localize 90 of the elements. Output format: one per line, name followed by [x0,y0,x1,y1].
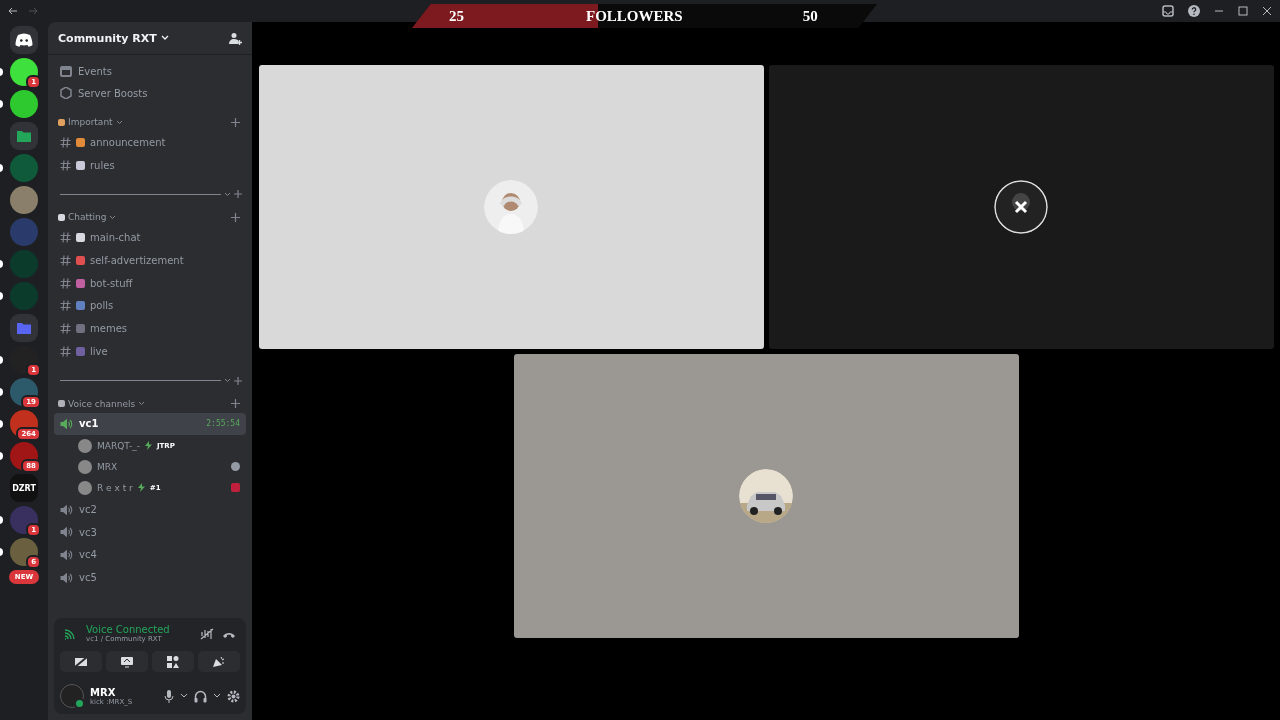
calendar-icon [60,65,72,77]
member-name[interactable]: MARQT-_- [97,440,140,451]
category-name[interactable]: Chatting [68,212,107,223]
user-avatar[interactable] [60,684,84,708]
channel-name[interactable]: vc3 [79,526,97,538]
channel-name[interactable]: vc2 [79,504,97,516]
member-name[interactable]: R e x t r [97,482,133,493]
followers-goal: 50 [802,7,818,25]
speaker-icon [60,503,74,516]
shapes-icon [167,655,179,668]
hash-icon [60,345,71,357]
caret-icon[interactable] [180,693,188,699]
back-icon[interactable] [8,7,18,15]
party-icon [212,655,226,668]
server-icon[interactable] [10,538,38,566]
server-icon[interactable] [10,90,38,118]
menu-item[interactable]: Server Boosts [78,87,148,99]
camera-button[interactable] [60,651,102,672]
help-icon[interactable] [1188,5,1200,17]
soundboard-button[interactable] [198,651,240,672]
selected-channel-row[interactable]: vc1 2:55:54 [54,412,246,436]
avatar [78,438,92,453]
signal-icon [64,627,78,640]
add-channel-icon[interactable] [234,190,242,199]
maximize-icon[interactable] [1238,6,1248,16]
category-name[interactable]: Important [68,117,113,127]
channel-name[interactable]: bot-stuff [90,277,133,289]
category-name[interactable]: Voice channels [68,398,136,409]
speaker-icon [60,548,74,561]
menu-item[interactable]: Events [78,65,112,77]
home-button[interactable] [10,26,38,54]
headphones-icon[interactable] [194,689,207,703]
settings-icon[interactable] [227,689,240,703]
add-channel-icon[interactable] [231,399,240,408]
channel-name[interactable]: memes [90,322,127,334]
avatar [78,459,92,474]
add-channel-icon[interactable] [231,212,240,222]
video-tile[interactable] [768,64,1274,349]
invite-icon[interactable] [229,31,242,45]
add-channel-icon[interactable] [231,117,240,127]
server-name[interactable]: Community RXT [58,31,157,45]
speaker-icon [60,417,74,430]
lightning-icon [137,483,145,493]
username: MRX [90,686,117,698]
speaker-icon [60,571,74,584]
camera-off-icon [74,655,88,668]
avatar [78,480,92,495]
noise-suppression-icon[interactable] [200,627,214,640]
speaker-icon [60,526,74,539]
channel-name[interactable]: vc5 [79,572,97,584]
caret-icon[interactable] [213,693,221,699]
hash-icon [60,159,71,171]
online-status-icon [74,698,85,709]
voice-status: Voice Connected [86,624,171,635]
channel-name[interactable]: announcement [90,136,166,148]
video-tile[interactable] [258,64,764,349]
video-tile[interactable] [513,353,1019,638]
channel-name[interactable]: main-chat [90,232,141,244]
muted-avatar-icon [994,179,1048,234]
channel-name[interactable]: vc1 [79,418,99,430]
channel-name[interactable]: vc4 [79,549,97,561]
close-icon[interactable] [1262,6,1272,16]
channel-name[interactable]: polls [90,300,114,312]
screen-share-button[interactable] [106,651,148,672]
followers-start: 25 [449,7,464,25]
monitor-icon [120,655,134,668]
hash-icon [60,300,71,312]
inbox-icon[interactable] [1162,5,1174,17]
activity-icon [231,462,240,472]
microphone-icon[interactable] [164,689,174,703]
call-timer: 2:55:54 [206,419,240,429]
channel-name[interactable]: live [90,345,108,357]
hash-icon [60,277,71,289]
followers-label: FOLLOWERS [586,7,683,25]
controller-icon [15,33,33,47]
hash-icon [60,232,71,244]
member-name[interactable]: MRX [97,461,118,472]
activities-button[interactable] [152,651,194,672]
server-folder[interactable] [10,122,38,150]
server-icon[interactable]: DZRT [10,474,38,502]
channel-name[interactable]: self-advertizement [90,254,184,266]
hash-icon [60,254,71,266]
gem-icon [60,87,72,99]
lightning-icon [144,441,152,451]
channel-name[interactable]: rules [90,159,115,171]
add-channel-icon[interactable] [234,376,242,385]
server-folder[interactable] [10,314,38,342]
hash-icon [60,322,71,334]
app-icon [231,483,240,493]
hash-icon [60,136,71,148]
